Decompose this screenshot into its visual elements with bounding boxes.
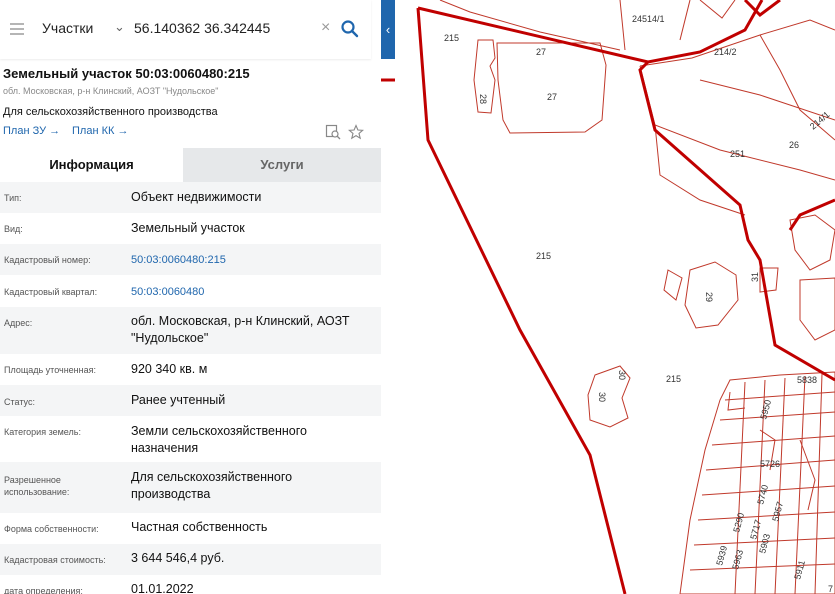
row-label: Форма собственности: — [4, 524, 99, 534]
row-value: Для сельскохозяйственного производства — [131, 470, 293, 501]
map-label: 215 — [444, 33, 459, 43]
info-panel: Участки ⌄ × Земельный участок 50:03:0060… — [0, 0, 381, 594]
cadastral-number-link[interactable]: 50:03:0060480:215 — [131, 252, 371, 269]
search-bar: Участки ⌄ × — [0, 0, 371, 59]
tab-bar: Информация Услуги — [0, 148, 381, 182]
row-value: 01.01.2022 — [131, 582, 194, 594]
row-label: Разрешенное использование: — [4, 475, 70, 497]
zoom-to-parcel-icon[interactable] — [325, 124, 341, 140]
plan-zu-link[interactable]: План ЗУ → — [3, 125, 60, 137]
table-row: Кадастровый номер: 50:03:0060480:215 — [0, 244, 381, 275]
row-value: Частная собственность — [131, 520, 268, 534]
map-label: 29 — [704, 292, 714, 302]
cadastral-quarter-link[interactable]: 50:03:0060480 — [131, 284, 371, 301]
map-label: 27 — [547, 92, 557, 102]
table-row: Вид: Земельный участок — [0, 213, 381, 244]
close-icon[interactable]: × — [321, 17, 330, 39]
row-value: Земельный участок — [131, 221, 245, 235]
map-label: 27 — [536, 47, 546, 57]
tab-info[interactable]: Информация — [0, 148, 183, 182]
parcel-title: Земельный участок 50:03:0060480:215 — [3, 66, 250, 81]
collapse-panel-button[interactable]: ‹ — [381, 0, 395, 59]
row-label: Вид: — [4, 224, 23, 234]
row-label: Площадь уточненная: — [4, 365, 96, 375]
row-label: Кадастровый квартал: — [4, 287, 98, 297]
layer-select[interactable]: Участки — [42, 20, 93, 36]
map-label: 7 — [828, 584, 833, 594]
map-label: 215 — [536, 251, 551, 261]
row-value: Ранее учтенный — [131, 393, 226, 407]
map-label: 5838 — [797, 375, 817, 385]
map-label: 251 — [730, 149, 745, 159]
parcel-purpose: Для сельскохозяйственного производства — [3, 106, 218, 118]
map-label: 215 — [666, 374, 681, 384]
table-row: Категория земель: Земли сельскохозяйстве… — [0, 416, 381, 462]
map-label: 214/2 — [714, 47, 737, 57]
row-value: 3 644 546,4 руб. — [131, 551, 225, 565]
map-label: 31 — [750, 272, 760, 282]
map-label: 5726 — [760, 459, 780, 469]
map-label: 28 — [478, 94, 488, 104]
table-row: Кадастровый квартал: 50:03:0060480 — [0, 275, 381, 307]
tab-services[interactable]: Услуги — [183, 148, 381, 182]
row-label: дата определения: — [4, 586, 83, 594]
table-row: Площадь уточненная: 920 340 кв. м — [0, 354, 381, 385]
table-row: Тип: Объект недвижимости — [0, 182, 381, 213]
table-row: Разрешенное использование: Для сельскохо… — [0, 462, 381, 513]
menu-icon[interactable] — [10, 23, 24, 35]
map-label: 26 — [789, 140, 799, 150]
row-value: Объект недвижимости — [131, 190, 262, 204]
row-label: Адрес: — [4, 318, 33, 328]
row-value: Земли сельскохозяйственного назначения — [131, 424, 307, 455]
search-icon[interactable] — [340, 19, 360, 39]
row-label: Кадастровый номер: — [4, 255, 91, 265]
row-label: Тип: — [4, 193, 22, 203]
table-row: Статус: Ранее учтенный — [0, 385, 381, 416]
table-row: Форма собственности: Частная собственнос… — [0, 513, 381, 544]
table-row: Кадастровая стоимость: 3 644 546,4 руб. — [0, 544, 381, 575]
table-row: Адрес: обл. Московская, р-н Клинский, АО… — [0, 307, 381, 354]
table-row: дата определения: 01.01.2022 — [0, 575, 381, 594]
map-label: 30 — [597, 392, 607, 402]
row-label: Кадастровая стоимость: — [4, 555, 106, 565]
map-label: 30 — [617, 370, 627, 380]
parcel-address: обл. Московская, р-н Клинский, АОЗТ "Нуд… — [3, 86, 219, 96]
row-label: Категория земель: — [4, 427, 81, 437]
plan-kk-link[interactable]: План КК → — [72, 125, 128, 137]
chevron-down-icon[interactable]: ⌄ — [114, 19, 125, 35]
row-value: обл. Московская, р-н Клинский, АОЗТ "Нуд… — [131, 314, 350, 345]
map-label: 24514/1 — [632, 14, 665, 24]
row-label: Статус: — [4, 397, 35, 407]
row-value: 920 340 кв. м — [131, 362, 208, 376]
search-input[interactable] — [134, 14, 314, 42]
star-icon[interactable] — [348, 124, 364, 140]
